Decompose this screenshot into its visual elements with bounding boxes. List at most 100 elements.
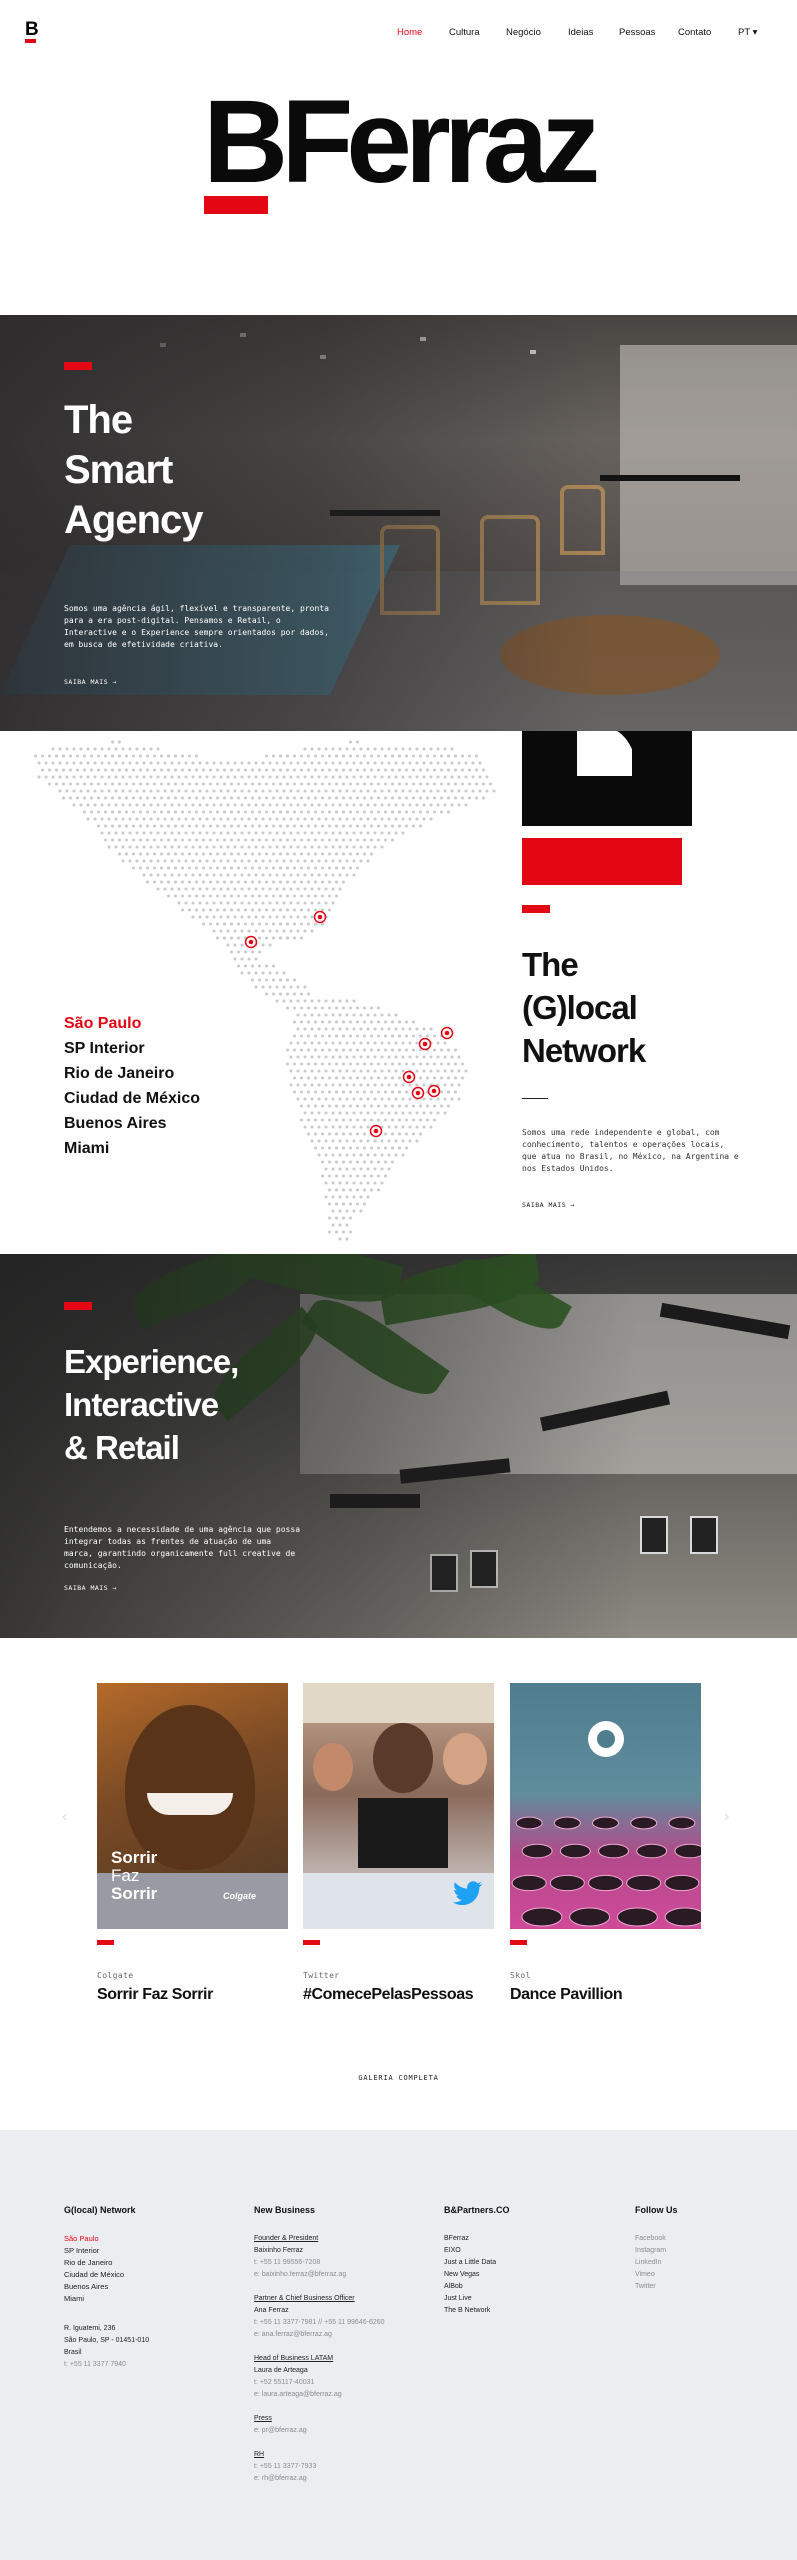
gallery-card[interactable]: Sorrir Faz Sorrir Colgate Colgate Sorrir…	[97, 1683, 288, 2004]
gallery-full-link[interactable]: GALERIA COMPLETA	[0, 2074, 797, 2082]
footer-email[interactable]: e: ana.ferraz@bferraz.ag	[254, 2329, 385, 2341]
chevron-right-icon[interactable]: ›	[724, 1808, 729, 1826]
map-dot	[177, 887, 181, 891]
map-dot	[296, 761, 300, 765]
card-photo-disc	[549, 1874, 585, 1892]
map-dot	[366, 1111, 370, 1115]
map-dot	[324, 1055, 328, 1059]
map-dot	[191, 901, 195, 905]
map-dot	[293, 754, 296, 758]
footer-link[interactable]: Ciudad de México	[64, 2269, 149, 2281]
footer-email[interactable]: e: pr@bferraz.ag	[254, 2425, 385, 2437]
footer-link[interactable]: AlBob	[444, 2281, 510, 2293]
nav-item-contato[interactable]: Contato	[678, 27, 711, 38]
city-item[interactable]: Rio de Janeiro	[64, 1061, 200, 1086]
footer-social-link[interactable]: LinkedIn	[635, 2257, 678, 2269]
map-dot	[289, 817, 293, 821]
footer-email[interactable]: e: baixinho.ferraz@bferraz.ag	[254, 2269, 385, 2281]
nav-item-home[interactable]: Home	[397, 27, 422, 38]
nav-item-pessoas[interactable]: Pessoas	[619, 27, 655, 38]
map-dot	[286, 782, 289, 786]
map-dot	[328, 1174, 331, 1178]
map-dot	[174, 824, 177, 828]
map-dot	[202, 894, 205, 898]
map-dot	[163, 789, 167, 793]
footer-social-link[interactable]: Vimeo	[635, 2269, 678, 2281]
map-dot	[160, 782, 163, 786]
map-dot	[219, 901, 223, 905]
map-dot	[265, 978, 268, 982]
map-dot	[212, 887, 216, 891]
gallery-card[interactable]: Skol Dance Pavillion	[510, 1683, 701, 2004]
city-item[interactable]: Miami	[64, 1136, 200, 1161]
map-dot	[314, 908, 317, 912]
footer-link[interactable]: Buenos Aires	[64, 2281, 149, 2293]
map-dot	[296, 1041, 300, 1045]
map-dot	[454, 1062, 457, 1066]
footer-link[interactable]: EIXO	[444, 2245, 510, 2257]
map-dot	[328, 1006, 331, 1010]
map-dot	[307, 922, 310, 926]
map-dot	[398, 754, 401, 758]
map-dot	[272, 838, 275, 842]
footer-link[interactable]: BFerraz	[444, 2233, 510, 2245]
map-dot	[349, 782, 352, 786]
map-dot	[317, 1097, 321, 1101]
saiba-mais-link[interactable]: SAIBA MAIS →	[64, 1584, 117, 1592]
map-dot	[450, 1083, 454, 1087]
city-item[interactable]: São Paulo	[64, 1011, 200, 1036]
footer-link[interactable]: The B Network	[444, 2305, 510, 2317]
map-dot	[356, 1174, 359, 1178]
footer-social-link[interactable]: Twitter	[635, 2281, 678, 2293]
map-dot	[454, 1076, 457, 1080]
footer-link[interactable]: São Paulo	[64, 2233, 149, 2245]
card-photo-person	[313, 1743, 353, 1791]
map-dot	[387, 831, 391, 835]
map-dot	[191, 873, 195, 877]
map-dot	[342, 1076, 345, 1080]
chevron-left-icon[interactable]: ‹	[62, 1808, 67, 1826]
map-dot	[356, 866, 359, 870]
map-dot	[205, 831, 209, 835]
nav-item-cultura[interactable]: Cultura	[449, 27, 480, 38]
map-dot	[356, 1118, 359, 1122]
footer-link[interactable]: Just a Little Data	[444, 2257, 510, 2269]
map-dot	[324, 831, 328, 835]
footer-social-link[interactable]: Facebook	[635, 2233, 678, 2245]
hero-smart-agency: The Smart Agency Somos uma agência ágil,…	[0, 315, 797, 731]
footer-link[interactable]: Just Live	[444, 2293, 510, 2305]
map-dot	[251, 978, 254, 982]
city-item[interactable]: SP Interior	[64, 1036, 200, 1061]
map-dot	[303, 845, 307, 849]
map-dot	[401, 1083, 405, 1087]
map-dot	[317, 859, 321, 863]
map-dot	[366, 1055, 370, 1059]
language-select[interactable]: PT ▾	[738, 27, 757, 38]
map-dot	[356, 1048, 359, 1052]
gallery-card[interactable]: Twitter #ComecePelasPessoas	[303, 1683, 494, 2004]
footer-link[interactable]: Rio de Janeiro	[64, 2257, 149, 2269]
footer-social-link[interactable]: Instagram	[635, 2245, 678, 2257]
nav-item-ideias[interactable]: Ideias	[568, 27, 593, 38]
footer-email[interactable]: e: laura.arteaga@bferraz.ag	[254, 2389, 385, 2401]
nav-item-negocio[interactable]: Negócio	[506, 27, 541, 38]
saiba-mais-link[interactable]: SAIBA MAIS →	[64, 678, 117, 686]
footer-link[interactable]: New Vegas	[444, 2269, 510, 2281]
map-dot	[342, 782, 345, 786]
footer-email[interactable]: e: rh@bferraz.ag	[254, 2473, 385, 2485]
map-dot	[240, 957, 244, 961]
city-item[interactable]: Ciudad de México	[64, 1086, 200, 1111]
footer-role: Head of Business LATAM	[254, 2355, 334, 2362]
map-dot	[310, 1139, 314, 1143]
hero-description: Somos uma agência ágil, flexível e trans…	[64, 604, 329, 649]
saiba-mais-link[interactable]: SAIBA MAIS →	[522, 1201, 575, 1209]
footer-link[interactable]: Miami	[64, 2293, 149, 2305]
nav-logo[interactable]: B	[25, 20, 39, 43]
map-dot	[454, 1048, 457, 1052]
map-dot	[324, 1069, 328, 1073]
city-item[interactable]: Buenos Aires	[64, 1111, 200, 1136]
footer-link[interactable]: SP Interior	[64, 2245, 149, 2257]
map-dot	[223, 782, 226, 786]
map-dot	[447, 1076, 450, 1080]
map-dot	[391, 1048, 394, 1052]
